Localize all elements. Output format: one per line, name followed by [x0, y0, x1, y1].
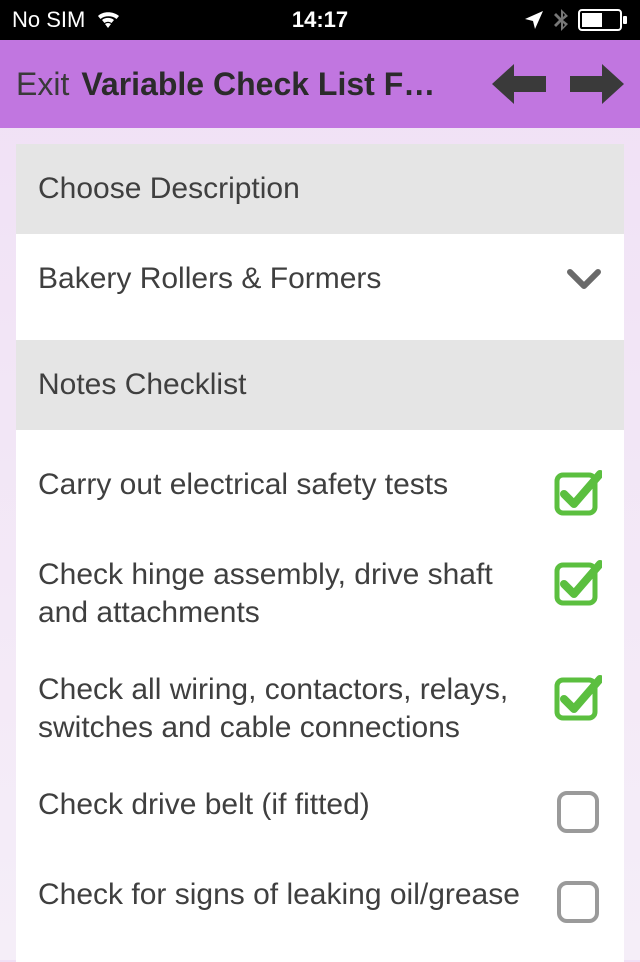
checkbox-checked[interactable]: [554, 468, 602, 516]
checkbox-checked[interactable]: [554, 673, 602, 721]
check-label: Check for signs of leaking oil/grease: [38, 876, 536, 914]
checkbox-unchecked[interactable]: [554, 878, 602, 926]
page-title: Variable Check List Fo…: [81, 66, 451, 103]
carrier-text: No SIM: [12, 7, 85, 33]
list-item: Check hinge assembly, drive shaft and at…: [38, 536, 602, 651]
list-item: Carry out electrical safety tests: [38, 446, 602, 536]
battery-icon: [578, 9, 628, 31]
nav-arrows: [492, 64, 624, 104]
location-icon: [524, 10, 544, 30]
bluetooth-icon: [554, 9, 568, 31]
chevron-down-icon: [566, 268, 602, 290]
list-item: Check all wiring, contactors, relays, sw…: [38, 651, 602, 766]
check-label: Carry out electrical safety tests: [38, 466, 536, 504]
content-area: Choose Description Bakery Rollers & Form…: [0, 128, 640, 962]
checklist-header: Notes Checklist: [16, 340, 624, 430]
check-label: Check drive belt (if fitted): [38, 786, 536, 824]
check-label: Check all wiring, contactors, relays, sw…: [38, 671, 536, 746]
status-bar: No SIM 14:17: [0, 0, 640, 40]
checklist: Carry out electrical safety tests Check …: [16, 430, 624, 962]
check-label: Check hinge assembly, drive shaft and at…: [38, 556, 536, 631]
description-dropdown[interactable]: Bakery Rollers & Formers: [16, 234, 624, 340]
description-value: Bakery Rollers & Formers: [38, 262, 381, 296]
exit-button[interactable]: Exit: [16, 66, 69, 103]
status-time: 14:17: [292, 7, 348, 33]
next-arrow-icon[interactable]: [570, 64, 624, 104]
status-right: [524, 9, 628, 31]
nav-bar: Exit Variable Check List Fo…: [0, 40, 640, 128]
description-header: Choose Description: [16, 144, 624, 234]
list-item: Check drive belt (if fitted): [38, 766, 602, 856]
checkbox-unchecked[interactable]: [554, 788, 602, 836]
list-item: Check for signs of leaking oil/grease: [38, 856, 602, 946]
wifi-icon: [95, 10, 121, 30]
checkbox-checked[interactable]: [554, 558, 602, 606]
prev-arrow-icon[interactable]: [492, 64, 546, 104]
status-left: No SIM: [12, 7, 121, 33]
